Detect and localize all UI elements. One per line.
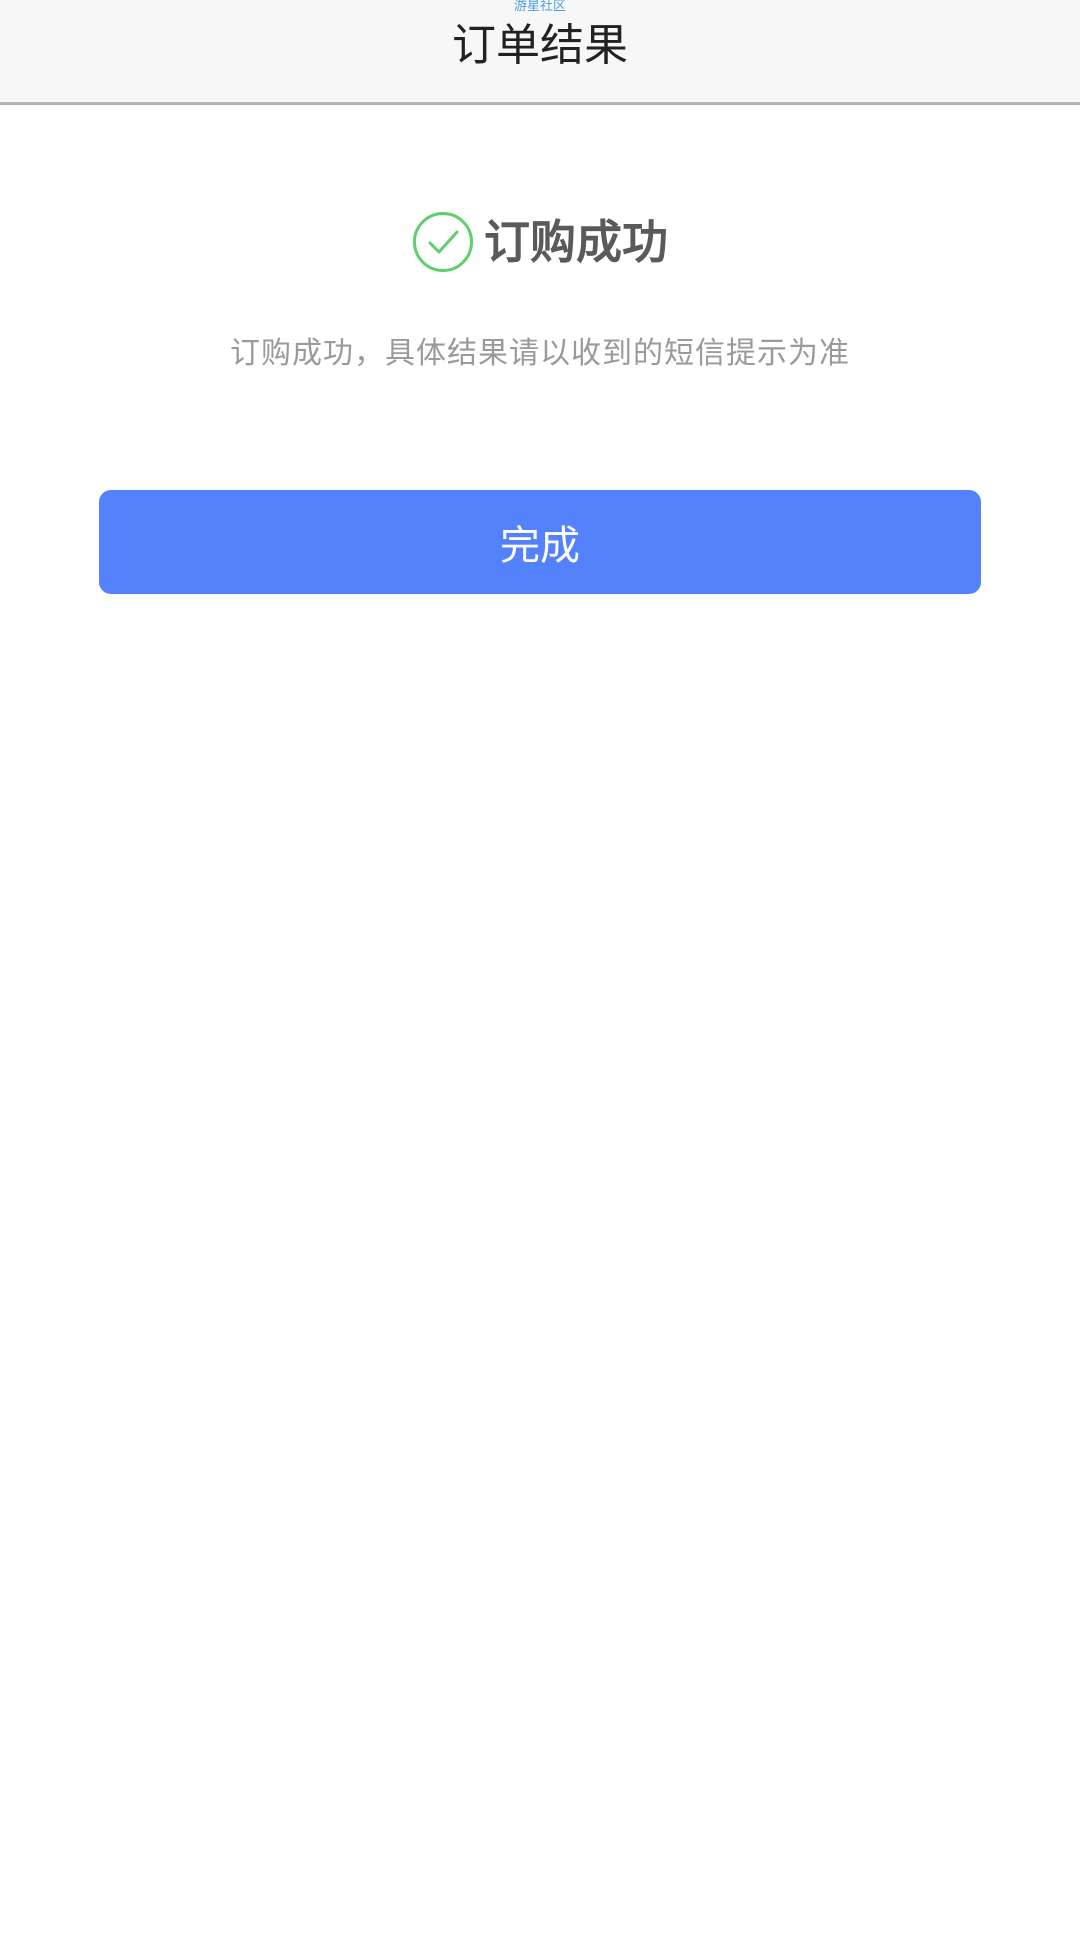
watermark-text: 游星社区 — [513, 0, 566, 14]
result-status: 订购成功 — [0, 208, 1080, 276]
result-description: 订购成功，具体结果请以收到的短信提示为准 — [230, 336, 850, 371]
result-title: 订购成功 — [484, 215, 668, 269]
page-title: 订单结果 — [452, 20, 628, 71]
check-circle-icon — [412, 211, 474, 273]
navigation-bar: 游星社区 订单结果 — [0, 0, 1080, 105]
done-button[interactable]: 完成 — [99, 490, 981, 594]
